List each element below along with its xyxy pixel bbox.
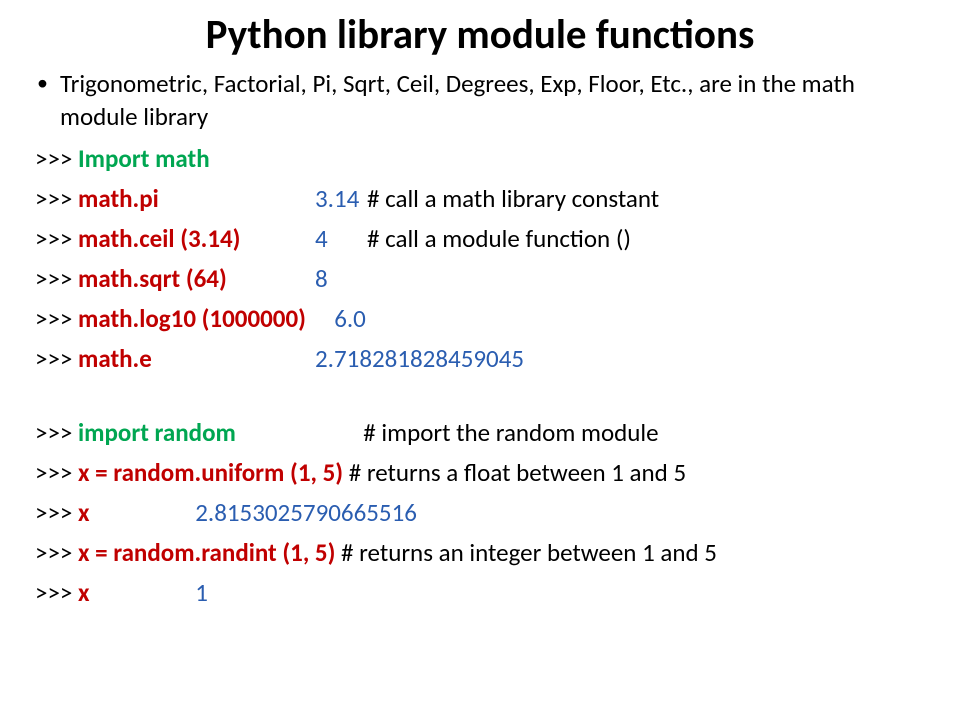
random-uniform: x = random.uniform (1, 5): [78, 457, 343, 488]
repl-prompt: >>>: [35, 417, 72, 448]
import-math: Import math: [78, 143, 210, 174]
code-line-8: >>> x = random.uniform (1, 5) # returns …: [35, 453, 925, 493]
repl-prompt: >>>: [35, 183, 72, 214]
math-sqrt: math.sqrt (64): [78, 263, 227, 294]
repl-prompt: >>>: [35, 263, 72, 294]
repl-prompt: >>>: [35, 303, 72, 334]
var-x: x: [78, 497, 90, 528]
math-pi: math.pi: [78, 183, 159, 214]
value: 1: [195, 577, 208, 608]
repl-prompt: >>>: [35, 457, 72, 488]
value: 2.718281828459045: [315, 343, 524, 374]
random-randint: x = random.randint (1, 5): [78, 537, 335, 568]
spacer: [35, 379, 925, 413]
comment: # returns a float between 1 and 5: [343, 457, 686, 488]
import-random: import random: [78, 417, 236, 448]
code-line-6: >>> math.e 2.718281828459045: [35, 339, 925, 379]
repl-prompt: >>>: [35, 537, 72, 568]
code-line-7: >>> import random # import the random mo…: [35, 413, 925, 453]
code-line-4: >>> math.sqrt (64) 8: [35, 259, 925, 299]
repl-prompt: >>>: [35, 497, 72, 528]
intro-bullet: • Trigonometric, Factorial, Pi, Sqrt, Ce…: [35, 68, 925, 133]
code-line-11: >>> x 1: [35, 573, 925, 613]
bullet-icon: •: [37, 68, 48, 99]
code-line-9: >>> x 2.8153025790665516: [35, 493, 925, 533]
repl-prompt: >>>: [35, 143, 72, 174]
intro-text: Trigonometric, Factorial, Pi, Sqrt, Ceil…: [60, 68, 925, 133]
repl-prompt: >>>: [35, 343, 72, 374]
slide-title: Python library module functions: [35, 10, 925, 60]
var-x: x: [78, 577, 90, 608]
code-line-3: >>> math.ceil (3.14) 4 # call a module fun…: [35, 219, 925, 259]
value: 8: [315, 263, 328, 294]
value: 2.8153025790665516: [195, 497, 417, 528]
math-log10: math.log10 (1000000): [78, 303, 306, 334]
comment: # returns an integer between 1 and 5: [335, 537, 717, 568]
comment: # call a math library constant: [367, 183, 659, 214]
code-line-1: >>> Import math: [35, 139, 925, 179]
code-line-2: >>> math.pi 3.14 # call a math library con…: [35, 179, 925, 219]
math-e: math.e: [78, 343, 152, 374]
comment: # import the random module: [363, 417, 658, 448]
value: 6.0: [334, 303, 366, 334]
comment: # call a module function (): [367, 223, 631, 254]
math-ceil: math.ceil (3.14): [78, 223, 240, 254]
code-line-10: >>> x = random.randint (1, 5) # returns …: [35, 533, 925, 573]
code-line-5: >>> math.log10 (1000000) 6.0: [35, 299, 925, 339]
value: 3.14: [315, 183, 359, 214]
value: 4: [315, 223, 328, 254]
repl-prompt: >>>: [35, 577, 72, 608]
repl-prompt: >>>: [35, 223, 72, 254]
